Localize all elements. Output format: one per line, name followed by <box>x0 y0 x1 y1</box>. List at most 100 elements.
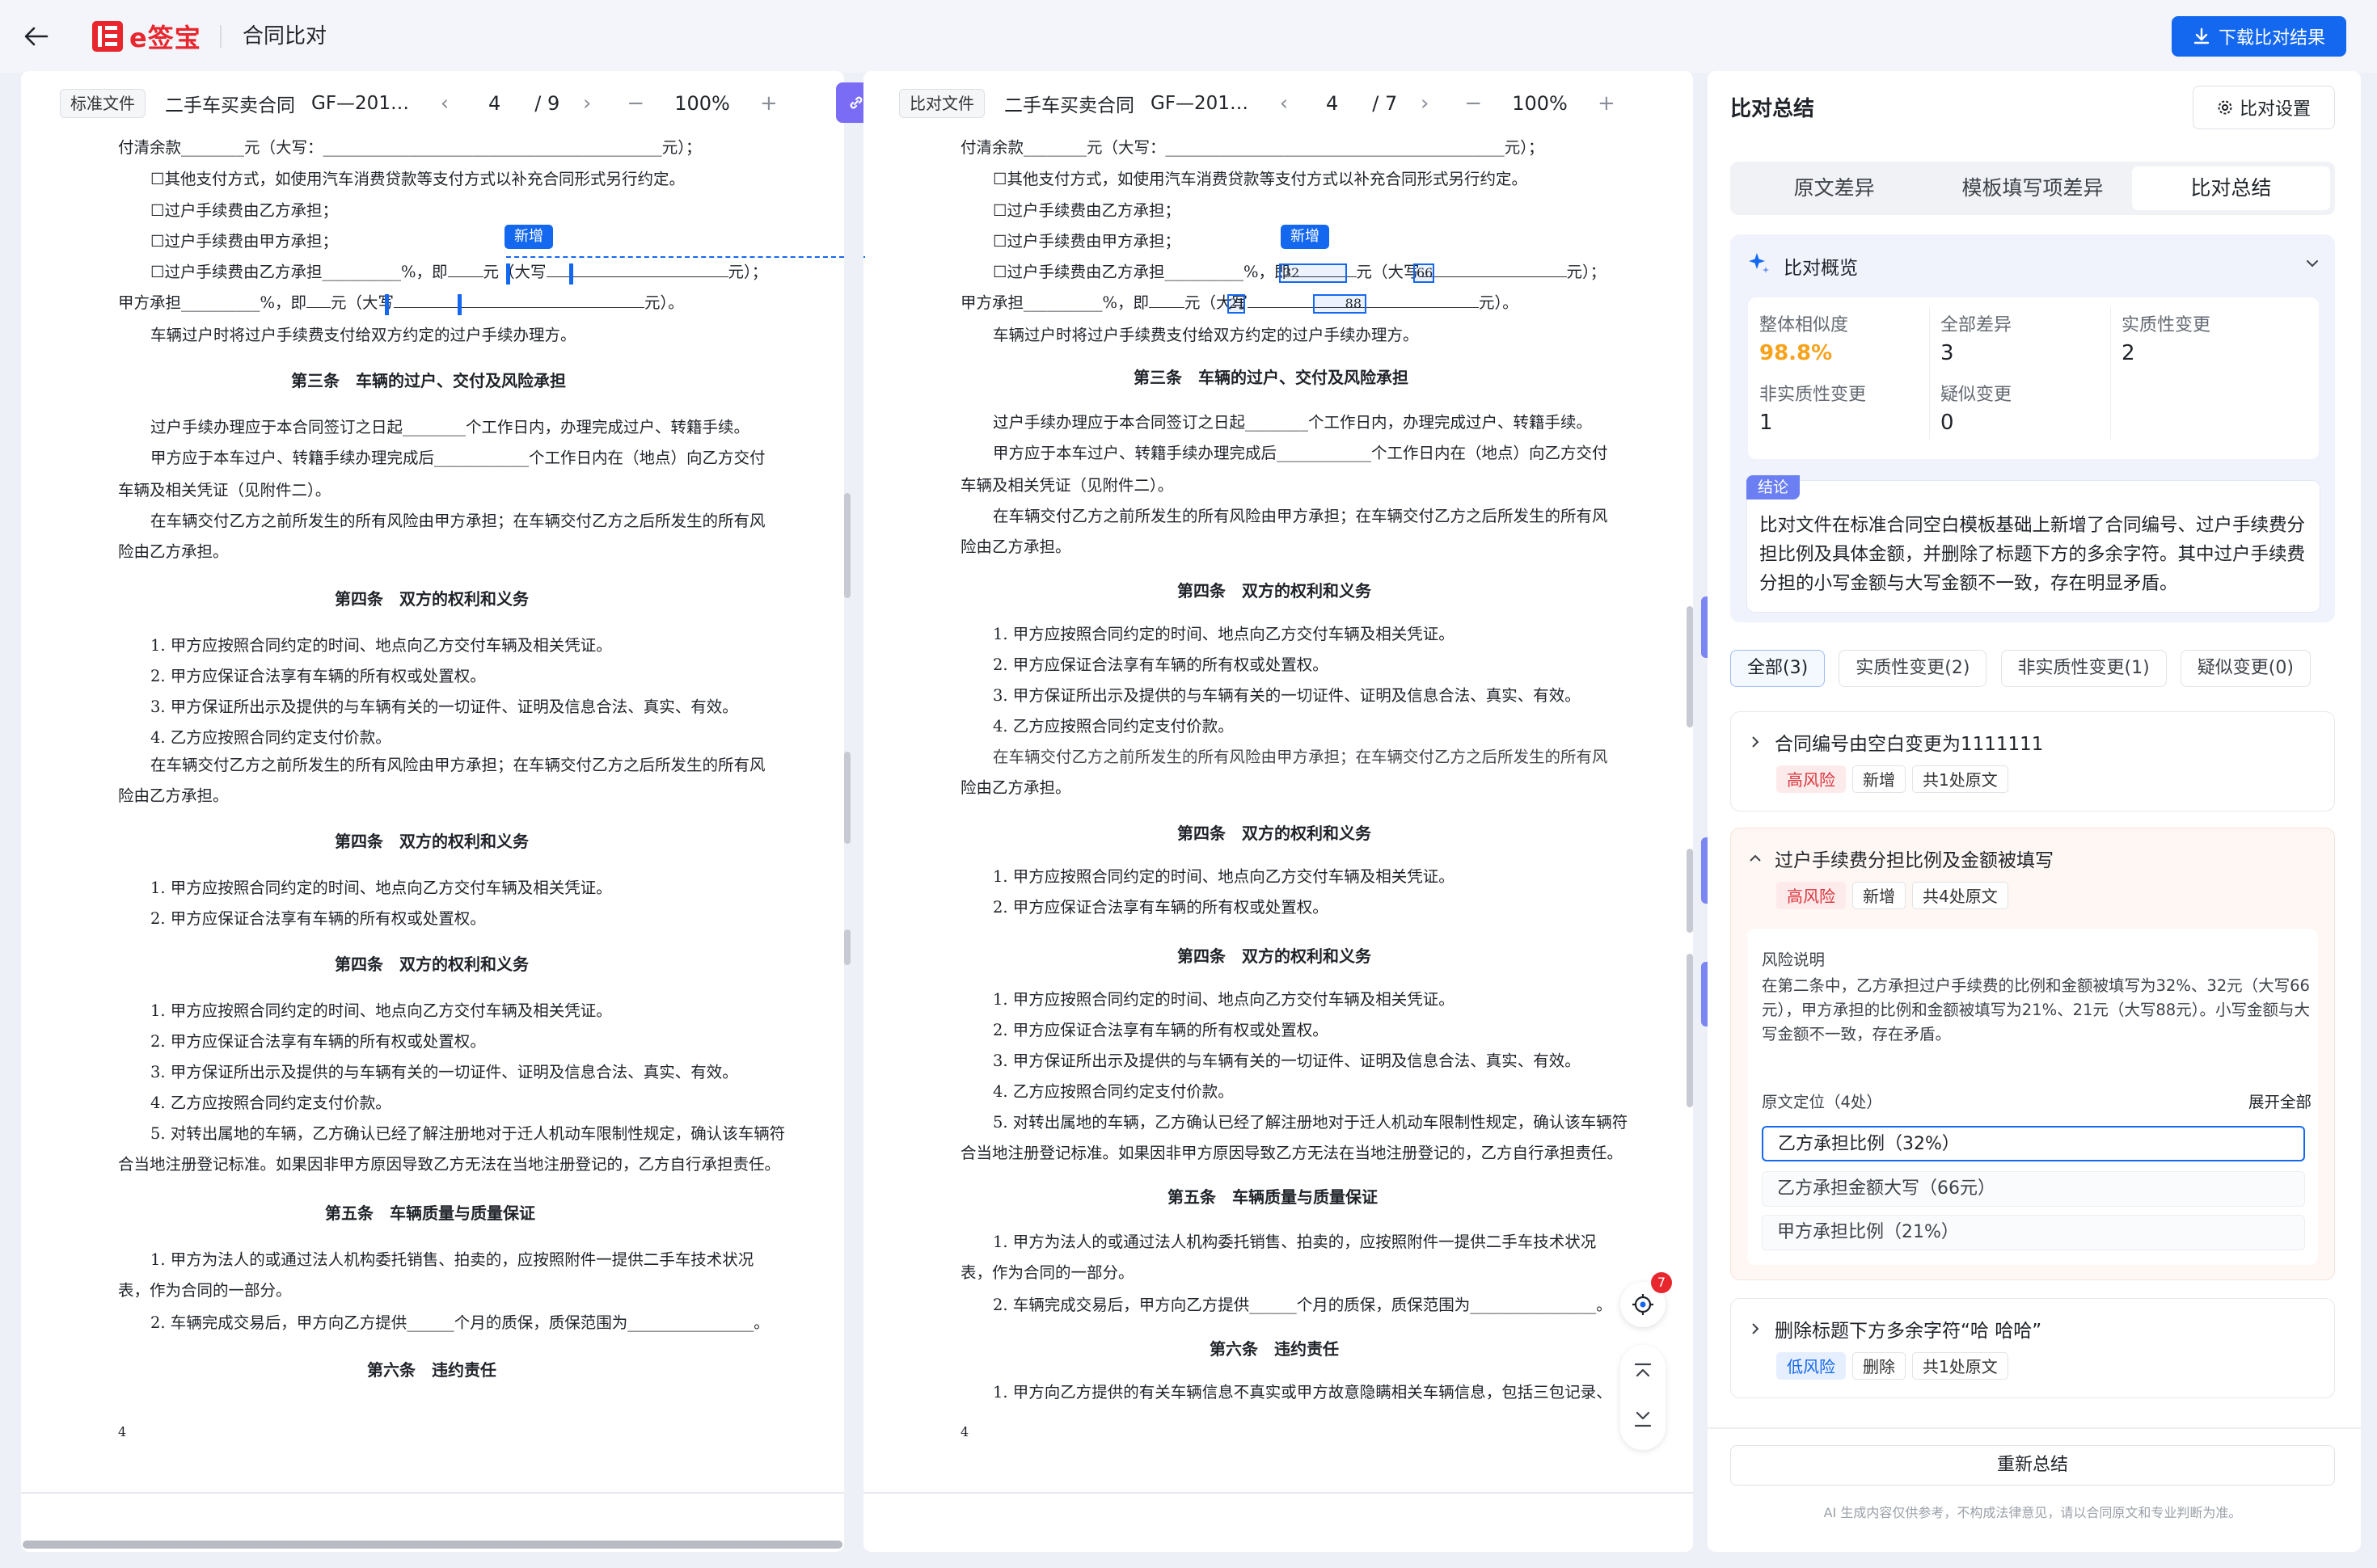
doc-line: 4. 乙方应按照合同约定支付价款。 <box>150 1094 391 1112</box>
filter-non-substantive[interactable]: 非实质性变更(1) <box>2000 650 2167 687</box>
doc-heading: 第三条 车辆的过户、交付及风险承担 <box>1134 368 1408 387</box>
diff-highlight[interactable]: 32 <box>1279 263 1347 283</box>
next-page-icon[interactable]: › <box>572 91 602 116</box>
diff-highlight[interactable]: 66 <box>1413 263 1434 283</box>
next-page-icon[interactable]: › <box>1410 91 1439 116</box>
zoom-out-icon[interactable]: − <box>621 91 650 116</box>
doc-line: 4. 乙方应按照合同约定支付价款。 <box>993 1082 1234 1101</box>
doc-line: ☐过户手续费由甲方承担； <box>150 232 338 251</box>
target-icon <box>1632 1294 1653 1315</box>
summary-title: 比对总结 <box>1730 97 1815 121</box>
zoom-level[interactable]: 100% <box>674 92 730 115</box>
doc-line: ☐过户手续费由乙方承担； <box>993 201 1180 220</box>
chevron-up-icon[interactable] <box>1749 852 1762 865</box>
risk-label: 风险说明 <box>1762 950 1826 969</box>
top-bar <box>0 0 2377 73</box>
standard-file-tag[interactable]: 标准文件 <box>60 89 146 118</box>
zoom-out-icon[interactable]: − <box>1459 91 1488 116</box>
doc-line: 2. 甲方应保证合法享有车辆的所有权或处置权。 <box>150 1032 486 1051</box>
horizontal-scrollbar[interactable] <box>23 1541 842 1549</box>
compare-settings-button[interactable]: 比对设置 <box>2193 86 2335 129</box>
doc-scrollbar[interactable] <box>844 752 851 844</box>
location-item[interactable]: 乙方承担比例（32%） <box>1762 1126 2305 1161</box>
conclusion-text: 比对文件在标准合同空白模板基础上新增了合同编号、过户手续费分 担比例及具体金额，… <box>1759 511 2314 598</box>
diff-added-badge[interactable]: 新增 <box>505 225 553 249</box>
summary-tabs: 原文差异 模板填写项差异 比对总结 <box>1730 162 2335 215</box>
stat-label: 全部差异 <box>1940 315 2012 335</box>
zoom-in-icon[interactable]: + <box>1592 91 1621 116</box>
doc-line: 3. 甲方保证所出示及提供的与车辆有关的一切证件、证明及信息合法、真实、有效。 <box>150 698 738 716</box>
diff-marker[interactable] <box>458 294 462 315</box>
page-input[interactable]: 4 <box>1326 92 1338 115</box>
location-item[interactable]: 乙方承担金额大写（66元） <box>1762 1171 2305 1207</box>
diff-marker[interactable] <box>506 263 510 285</box>
download-result-button[interactable]: 下载比对结果 <box>2172 16 2346 57</box>
stats-divider <box>2110 307 2111 440</box>
type-badge: 删除 <box>1852 1352 1906 1380</box>
logo-text: e签宝 <box>129 23 201 53</box>
chevron-right-icon[interactable] <box>1749 736 1762 748</box>
doc-line: 2. 甲方应保证合法享有车辆的所有权或处置权。 <box>993 655 1328 674</box>
app-logo: e签宝 <box>92 19 201 53</box>
diff-item-expanded[interactable]: 过户手续费分担比例及金额被填写 高风险 新增 共4处原文 风险说明 在第二条中，乙方… <box>1730 828 2335 1280</box>
resummarize-button[interactable]: 重新总结 <box>1730 1445 2335 1486</box>
scroll-top-icon[interactable] <box>1632 1361 1654 1384</box>
compare-doc-toolbar: 比对文件 二手车买卖合同 GF—201… ‹ 4 / 7 › − 100% + <box>863 71 1693 136</box>
doc-line: 1. 甲方向乙方提供的有关车辆信息不真实或甲方故意隐瞒相关车辆信息，包括三包记录… <box>993 1383 1612 1402</box>
diff-item[interactable]: 删除标题下方多余字符“哈 哈哈” 低风险 删除 共1处原文 <box>1730 1298 2335 1398</box>
doc-name: 二手车买卖合同 <box>165 95 295 116</box>
filter-suspected[interactable]: 疑似变更(0) <box>2180 650 2311 687</box>
doc-line: 表，作为合同的一部分。 <box>961 1263 1134 1282</box>
page-input[interactable]: 4 <box>488 92 500 115</box>
conclusion-tag: 结论 <box>1746 475 1801 499</box>
stats-divider <box>1929 307 1930 440</box>
conclusion-line: 担比例及具体金额，并删除了标题下方的多余字符。其中过户手续费 <box>1759 544 2306 565</box>
divider <box>21 1492 844 1494</box>
diff-marker[interactable] <box>569 263 573 285</box>
prev-page-icon[interactable]: ‹ <box>430 91 459 116</box>
doc-code: GF—201… <box>311 93 409 114</box>
doc-line: ☐其他支付方式，如使用汽车消费贷款等支付方式以补充合同形式另行约定。 <box>150 170 685 188</box>
doc-heading: 第六条 违约责任 <box>367 1360 496 1380</box>
doc-scrollbar[interactable] <box>844 929 851 965</box>
risk-badge: 高风险 <box>1776 882 1846 909</box>
compare-file-tag[interactable]: 比对文件 <box>899 89 985 118</box>
count-badge: 共1处原文 <box>1912 765 2008 793</box>
diff-highlight[interactable]: 88 <box>1313 294 1366 314</box>
doc-line: 过户手续办理应于本合同签订之日起________个工作日内，办理完成过户、转籍手… <box>150 418 750 436</box>
back-arrow-icon[interactable] <box>18 18 55 55</box>
compare-doc-page: 付清余款________元（大写：_______________________… <box>865 134 1688 1492</box>
tab-original-diff[interactable]: 原文差异 <box>1735 166 1933 210</box>
doc-line: 表，作为合同的一部分。 <box>118 1281 292 1300</box>
doc-line: ☐其他支付方式，如使用汽车消费贷款等支付方式以补充合同形式另行约定。 <box>993 170 1527 188</box>
diff-highlight[interactable]: 21 <box>1227 294 1245 314</box>
diff-marker[interactable] <box>385 294 389 315</box>
doc-scrollbar[interactable] <box>1687 849 1693 933</box>
doc-line: 过户手续办理应于本合同签订之日起________个工作日内，办理完成过户、转籍手… <box>993 413 1593 432</box>
doc-line: 4. 乙方应按照合同约定支付价款。 <box>993 717 1234 736</box>
chevron-down-icon[interactable] <box>2304 255 2320 272</box>
location-item[interactable]: 甲方承担比例（21%） <box>1762 1215 2305 1250</box>
risk-line: 写金额不一致，存在矛盾。 <box>1762 1025 1952 1043</box>
doc-line: 险由乙方承担。 <box>118 786 229 805</box>
filter-substantive[interactable]: 实质性变更(2) <box>1839 650 1987 687</box>
filter-all[interactable]: 全部(3) <box>1730 650 1826 687</box>
tab-summary[interactable]: 比对总结 <box>2131 166 2330 210</box>
risk-badge: 低风险 <box>1776 1352 1846 1380</box>
scroll-bottom-icon[interactable] <box>1632 1406 1654 1429</box>
doc-scrollbar[interactable] <box>1687 606 1693 727</box>
zoom-level[interactable]: 100% <box>1512 92 1568 115</box>
doc-heading: 第三条 车辆的过户、交付及风险承担 <box>291 371 566 390</box>
divider <box>863 1492 1693 1494</box>
doc-scrollbar[interactable] <box>1687 954 1693 1107</box>
prev-page-icon[interactable]: ‹ <box>1269 91 1298 116</box>
diff-added-badge[interactable]: 新增 <box>1281 225 1329 249</box>
stat-label: 整体相似度 <box>1759 315 1849 335</box>
tab-template-diff[interactable]: 模板填写项差异 <box>1933 166 2131 210</box>
doc-scrollbar[interactable] <box>844 493 851 598</box>
chevron-right-icon[interactable] <box>1749 1322 1762 1335</box>
zoom-in-icon[interactable]: + <box>754 91 783 116</box>
doc-line: 合当地注册登记标准。如果因非甲方原因导致乙方无法在当地注册登记的，乙方自行承担责… <box>118 1155 781 1174</box>
diff-item[interactable]: 合同编号由空白变更为1111111 高风险 新增 共1处原文 <box>1730 711 2335 811</box>
expand-all-link[interactable]: 展开全部 <box>2248 1089 2312 1112</box>
